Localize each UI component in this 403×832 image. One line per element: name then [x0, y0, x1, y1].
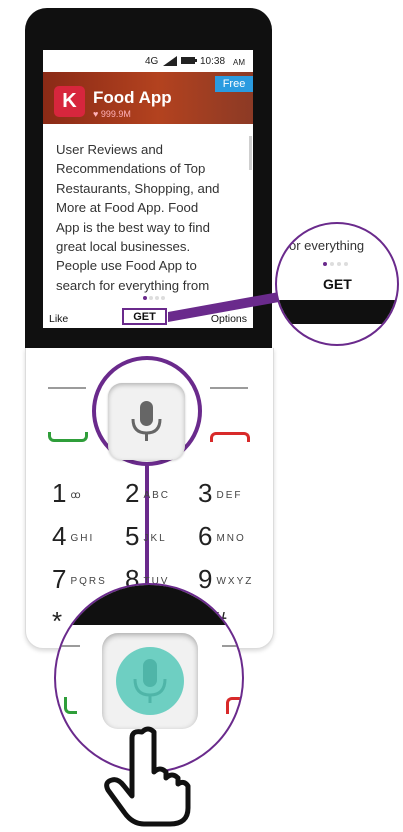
key-letters: DEF [216, 489, 243, 501]
zoom-left-softkey [56, 645, 80, 647]
key-digit: 3 [198, 478, 213, 508]
key-letters: MNO [216, 532, 246, 544]
page-dot-active [323, 262, 327, 266]
key-letters: JKL [143, 532, 167, 544]
end-call-button[interactable] [210, 432, 250, 442]
zoom-bezel [56, 585, 242, 625]
zoom-bezel [277, 300, 397, 324]
key-letters: GHI [70, 532, 95, 544]
hand-pointer-icon [104, 726, 191, 827]
zoom-call-button [64, 697, 77, 714]
zoom-right-softkey [222, 645, 242, 647]
key-4[interactable]: 4 GHI [52, 521, 94, 552]
zoom-snippet: or everything [289, 238, 365, 253]
key-3[interactable]: 3 DEF [198, 478, 242, 509]
zoom-end-button [226, 697, 241, 714]
right-softkey[interactable] [210, 387, 248, 389]
call-button[interactable] [48, 432, 88, 442]
key-5[interactable]: 5 JKL [125, 521, 167, 552]
mic-button[interactable] [108, 383, 185, 460]
key-digit: 5 [125, 521, 140, 551]
left-softkey[interactable] [48, 387, 86, 389]
key-digit: 4 [52, 521, 67, 551]
zoom-callout-get: or everything GET [275, 222, 399, 346]
key-2[interactable]: 2 ABC [125, 478, 170, 509]
callout-connector-right [168, 290, 290, 322]
microphone-icon [133, 659, 167, 703]
key-digit: 6 [198, 521, 213, 551]
key-digit: 2 [125, 478, 140, 508]
key-digit: 1 [52, 478, 67, 508]
voicemail-icon: ꝏ [70, 489, 83, 501]
key-6[interactable]: 6 MNO [198, 521, 246, 552]
page-dot [344, 262, 348, 266]
microphone-icon [131, 401, 162, 441]
zoom-get-label: GET [323, 276, 352, 292]
mic-button-pressed[interactable] [102, 633, 198, 729]
key-letters: ABC [143, 489, 171, 501]
page-dot [330, 262, 334, 266]
page-dot [337, 262, 341, 266]
key-1[interactable]: 1ꝏ [52, 478, 83, 509]
